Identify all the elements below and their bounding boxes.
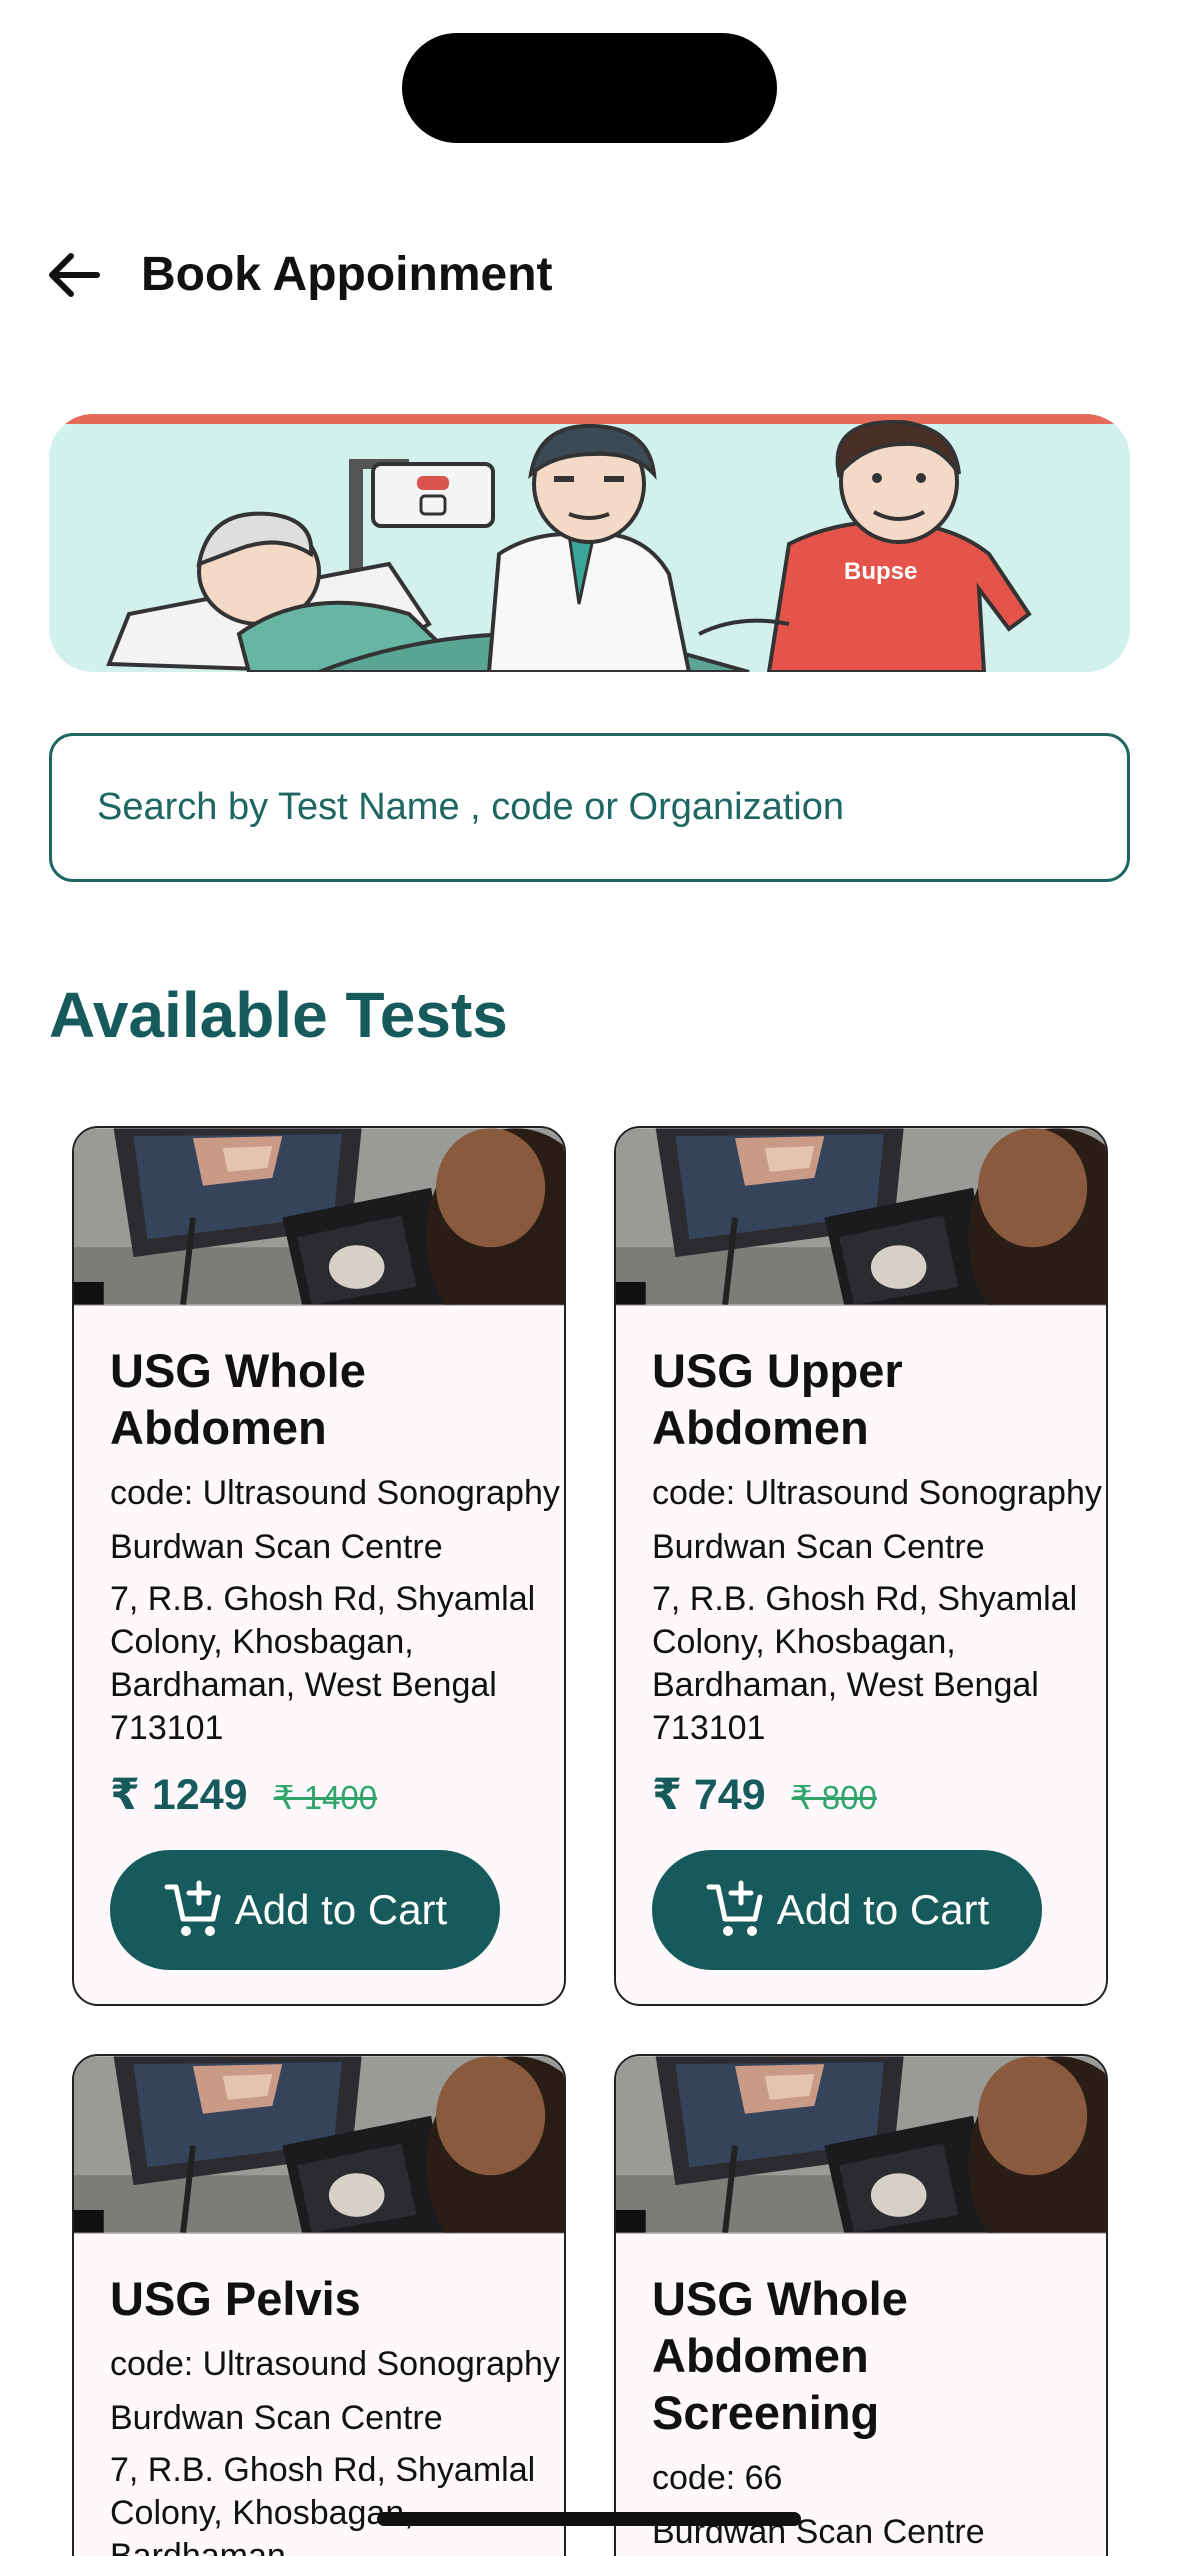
test-name: USG Whole Abdomen xyxy=(110,1344,366,1454)
banner-illustration: Bupse xyxy=(49,414,1130,672)
add-to-cart-label: Add to Cart xyxy=(776,1886,990,1933)
test-name: USG Whole Abdomen Screening xyxy=(652,2272,908,2439)
test-image xyxy=(616,1128,1106,1306)
test-card[interactable]: USG Upper Abdomen code: Ultrasound Sonog… xyxy=(614,1126,1108,2006)
test-price: ₹ 1249 xyxy=(110,1771,248,1819)
test-image xyxy=(616,2056,1106,2234)
app-header: Book Appoinment xyxy=(0,230,1179,320)
hero-banner: Bupse xyxy=(49,414,1130,672)
page-title: Book Appoinment xyxy=(141,248,553,301)
search-input[interactable] xyxy=(97,786,1127,829)
test-name: USG Upper Abdomen xyxy=(652,1344,903,1454)
test-organization: Burdwan Scan Centre xyxy=(110,2399,443,2437)
price-row: ₹ 1249 ₹ 1400 xyxy=(110,1770,564,1820)
svg-text:Bupse: Bupse xyxy=(844,558,917,585)
test-code: code: Ultrasound Sonography xyxy=(652,1474,1102,1512)
test-address: 7, R.B. Ghosh Rd, Shyamlal Colony, Khosb… xyxy=(110,1580,536,1747)
test-card[interactable]: USG Pelvis code: Ultrasound Sonography B… xyxy=(72,2054,566,2556)
test-price: ₹ 749 xyxy=(652,1771,766,1819)
home-indicator[interactable] xyxy=(377,2512,801,2526)
back-button[interactable] xyxy=(42,245,106,305)
cart-plus-icon xyxy=(706,1880,763,1936)
test-image xyxy=(74,2056,564,2234)
section-title: Available Tests xyxy=(49,979,508,1051)
test-card[interactable]: USG Whole Abdomen code: Ultrasound Sonog… xyxy=(72,1126,566,2006)
test-address: 7, R.B. Ghosh Rd, Shyamlal Colony, Khosb… xyxy=(652,1580,1078,1747)
test-mrp: ₹ 800 xyxy=(791,1779,877,1816)
test-address: 7, R.B. Ghosh Rd, Shyamlal Colony, Khosb… xyxy=(110,2451,536,2556)
test-code: code: Ultrasound Sonography xyxy=(110,2345,560,2383)
add-to-cart-button[interactable]: Add to Cart xyxy=(110,1850,500,1970)
test-organization: Burdwan Scan Centre xyxy=(110,1528,443,1566)
price-row: ₹ 749 ₹ 800 xyxy=(652,1770,1106,1820)
test-mrp: ₹ 1400 xyxy=(273,1779,378,1816)
test-image xyxy=(74,1128,564,1306)
test-name: USG Pelvis xyxy=(110,2272,361,2325)
dynamic-island xyxy=(402,33,777,143)
cart-plus-icon xyxy=(164,1880,221,1936)
test-organization: Burdwan Scan Centre xyxy=(652,1528,985,1566)
add-to-cart-button[interactable]: Add to Cart xyxy=(652,1850,1042,1970)
test-card[interactable]: USG Whole Abdomen Screening code: 66 Bur… xyxy=(614,2054,1108,2556)
add-to-cart-label: Add to Cart xyxy=(234,1886,448,1933)
test-code: code: Ultrasound Sonography xyxy=(110,1474,560,1512)
test-code: code: 66 xyxy=(652,2459,783,2497)
search-field[interactable] xyxy=(49,733,1130,882)
arrow-left-icon xyxy=(49,253,100,297)
